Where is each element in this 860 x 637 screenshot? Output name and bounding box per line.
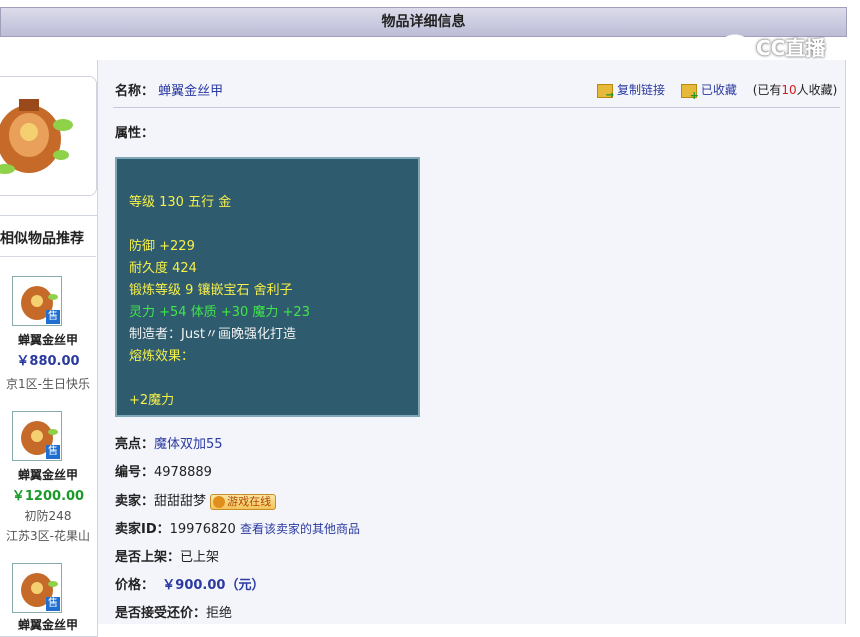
- recommend-price-2: ￥1200.00: [11, 489, 85, 504]
- seller-name: 甜甜甜梦: [154, 494, 207, 509]
- highlight-row: 亮点：魔体双加55: [115, 433, 223, 452]
- seller-row: 卖家：甜甜甜梦 游戏在线: [115, 490, 277, 510]
- recommend-server-2: 江苏3区-花果山: [6, 529, 90, 543]
- sell-badge: 售: [46, 597, 60, 611]
- attributes-box: 等级 130 五行 金 防御 +229 耐久度 424 锻炼等级 9 镶嵌宝石 …: [115, 157, 420, 417]
- recommend-thumb-1[interactable]: 售: [12, 276, 62, 326]
- counter-offer-label: 是否接受还价：: [115, 606, 207, 621]
- id-value: 4978889: [154, 465, 212, 480]
- name-divider: [113, 107, 840, 108]
- attr-melt-value: +2魔力: [129, 393, 175, 408]
- attr-level: 等级 130 五行 金: [129, 195, 232, 210]
- fav-count-prefix: (已有: [752, 83, 782, 97]
- sell-badge: 售: [46, 445, 60, 459]
- id-row: 编号：4978889: [115, 461, 212, 480]
- fav-count-suffix: 人收藏): [796, 83, 838, 97]
- recommend-name-1[interactable]: 蝉翼金丝甲: [0, 331, 96, 348]
- listed-row: 是否上架：已上架: [115, 546, 219, 565]
- favorite-count: (已有10人收藏): [753, 83, 838, 97]
- attr-melt-label: 熔炼效果：: [129, 349, 195, 364]
- attr-stats: 灵力 +54 体质 +30 魔力 +23: [129, 305, 310, 320]
- page-title: 物品详细信息: [381, 14, 466, 30]
- recommend-divider: [0, 256, 96, 257]
- item-actions: 复制链接 已收藏 (已有10人收藏): [597, 81, 838, 102]
- watermark-text: CC直播: [756, 36, 826, 60]
- cc-logo-icon: [720, 34, 750, 56]
- recommend-attr-2: 初防248: [24, 509, 72, 523]
- item-name: 蝉翼金丝甲: [158, 84, 224, 99]
- armor-image: [0, 77, 96, 195]
- recommend-title: 相似物品推荐: [0, 231, 84, 247]
- highlight-label: 亮点：: [115, 437, 155, 452]
- attributes-label: 属性：: [115, 126, 155, 141]
- listed-label: 是否上架：: [115, 550, 181, 565]
- counter-offer-row: 是否接受还价：拒绝: [115, 602, 232, 621]
- counter-offer-value: 拒绝: [206, 606, 233, 621]
- seller-id-value: 19976820: [169, 522, 236, 537]
- seller-other-items-link[interactable]: 查看该卖家的其他商品: [240, 522, 360, 536]
- price-label: 价格：: [115, 578, 155, 593]
- id-label: 编号：: [115, 465, 155, 480]
- recommend-server-1: 京1区-生日快乐: [6, 377, 90, 391]
- listed-value: 已上架: [180, 550, 220, 565]
- seller-id-label: 卖家ID：: [115, 522, 170, 537]
- fav-count-number: 10: [781, 83, 797, 97]
- copy-link-label: 复制链接: [617, 83, 666, 97]
- sell-badge: 售: [46, 310, 60, 324]
- favorited-button[interactable]: 已收藏: [680, 81, 737, 102]
- favorite-icon: [680, 83, 699, 102]
- online-badge-label: 游戏在线: [227, 494, 272, 508]
- item-name-row: 名称： 蝉翼金丝甲: [115, 80, 223, 99]
- highlight-value: 魔体双加55: [154, 437, 223, 452]
- cc-watermark: CC直播: [720, 28, 860, 64]
- recommend-name-2[interactable]: 蝉翼金丝甲: [0, 466, 96, 483]
- seller-label: 卖家：: [115, 494, 155, 509]
- recommend-price-1: ￥880.00: [16, 354, 80, 369]
- attr-durability: 耐久度 424: [129, 261, 197, 276]
- favorited-label: 已收藏: [700, 83, 737, 97]
- online-status-icon: [213, 495, 226, 508]
- attr-defense: 防御 +229: [129, 239, 195, 254]
- price-row: 价格： ￥900.00（元）: [115, 574, 264, 593]
- copy-link-icon: [597, 83, 614, 101]
- price-value: ￥900.00（元）: [162, 578, 265, 593]
- name-label: 名称：: [115, 84, 155, 99]
- recommend-name-3[interactable]: 蝉翼金丝甲: [0, 616, 96, 633]
- recommend-thumb-2[interactable]: 售: [12, 411, 62, 461]
- copy-link-button[interactable]: 复制链接: [597, 81, 666, 101]
- attr-maker: 制造者：Just〃画晚强化打造: [129, 327, 296, 342]
- item-image[interactable]: [0, 76, 97, 196]
- recommend-thumb-3[interactable]: 售: [12, 563, 62, 613]
- seller-id-row: 卖家ID：19976820 查看该卖家的其他商品: [115, 518, 360, 537]
- game-online-badge[interactable]: 游戏在线: [210, 493, 277, 510]
- attr-forge: 锻炼等级 9 镶嵌宝石 舍利子: [129, 283, 293, 298]
